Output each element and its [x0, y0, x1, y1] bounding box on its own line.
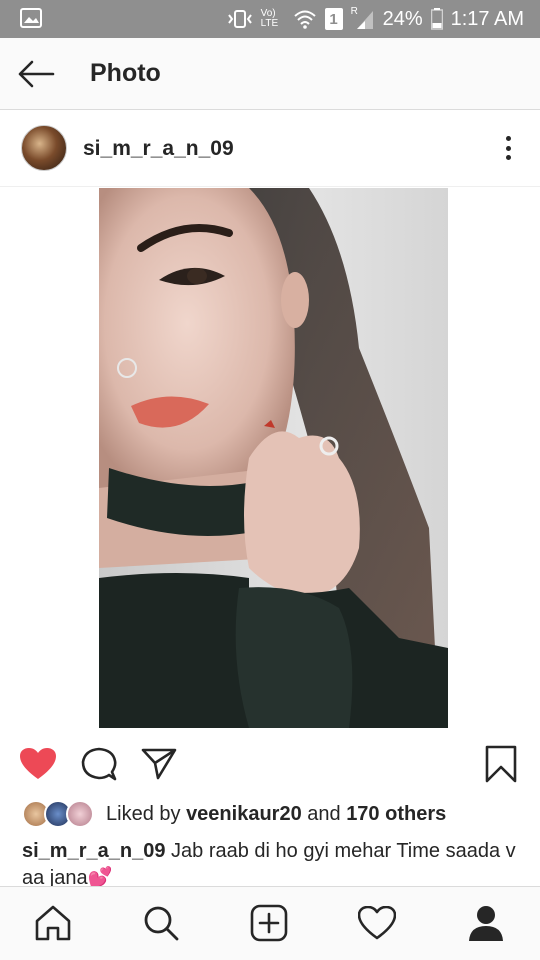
comment-icon	[81, 747, 117, 781]
likes-row[interactable]: Liked by veenikaur20 and 170 others	[22, 798, 446, 830]
likes-others[interactable]: 170 others	[346, 803, 446, 825]
share-button[interactable]	[139, 744, 179, 784]
sim-indicator: 1	[324, 8, 343, 30]
likes-middle: and	[301, 802, 347, 825]
post-photo-area[interactable]	[0, 188, 540, 728]
heart-filled-icon	[20, 748, 56, 779]
status-bar: Vo) LTE 1 R 24% 1:17 AM	[0, 0, 540, 38]
wifi-icon	[293, 9, 317, 29]
nav-activity[interactable]	[357, 903, 397, 943]
page-title: Photo	[90, 59, 161, 87]
add-post-icon	[250, 904, 288, 942]
post-actions	[0, 740, 540, 790]
save-button[interactable]	[481, 744, 521, 784]
image-notification-icon	[20, 8, 42, 28]
battery-percent: 24%	[382, 7, 423, 30]
avatar	[66, 800, 94, 828]
vertical-ellipsis-dot	[505, 145, 511, 151]
post-username[interactable]: si_m_r_a_n_09	[83, 137, 234, 161]
post-caption: si_m_r_a_n_09 Jab raab di ho gyi mehar T…	[22, 838, 522, 892]
app-header: Photo	[0, 38, 540, 110]
bookmark-icon	[485, 745, 517, 783]
likes-text: Liked by veenikaur20 and 170 others	[106, 803, 446, 826]
nav-add-post[interactable]	[249, 903, 289, 943]
paper-plane-icon	[141, 748, 177, 780]
vertical-ellipsis-icon	[505, 136, 511, 141]
likes-prefix: Liked by	[106, 802, 187, 825]
clock: 1:17 AM	[450, 7, 524, 30]
comment-button[interactable]	[79, 744, 119, 784]
nav-profile[interactable]	[466, 903, 506, 943]
like-button[interactable]	[18, 744, 58, 784]
nav-home[interactable]	[33, 903, 73, 943]
signal-icon: R	[351, 6, 375, 30]
profile-icon	[469, 906, 503, 941]
avatar[interactable]	[21, 125, 67, 171]
bottom-navigation	[0, 886, 540, 960]
activity-heart-icon	[358, 906, 396, 940]
caption-username[interactable]: si_m_r_a_n_09	[22, 840, 165, 862]
back-button[interactable]	[16, 54, 56, 94]
more-options-button[interactable]	[498, 133, 518, 163]
vibrate-icon	[227, 9, 253, 29]
search-icon	[144, 906, 179, 941]
home-icon	[35, 905, 71, 941]
post-header: si_m_r_a_n_09	[0, 111, 540, 187]
sim-label: 1	[329, 10, 338, 28]
liked-by-user[interactable]: veenikaur20	[186, 803, 302, 825]
liked-by-avatars	[22, 799, 102, 829]
post-photo[interactable]	[99, 188, 448, 728]
arrow-left-icon	[18, 60, 55, 88]
battery-icon	[430, 8, 443, 30]
nav-search[interactable]	[141, 903, 181, 943]
network-label: Vo) LTE	[260, 8, 279, 29]
vertical-ellipsis-dot	[505, 155, 511, 160]
